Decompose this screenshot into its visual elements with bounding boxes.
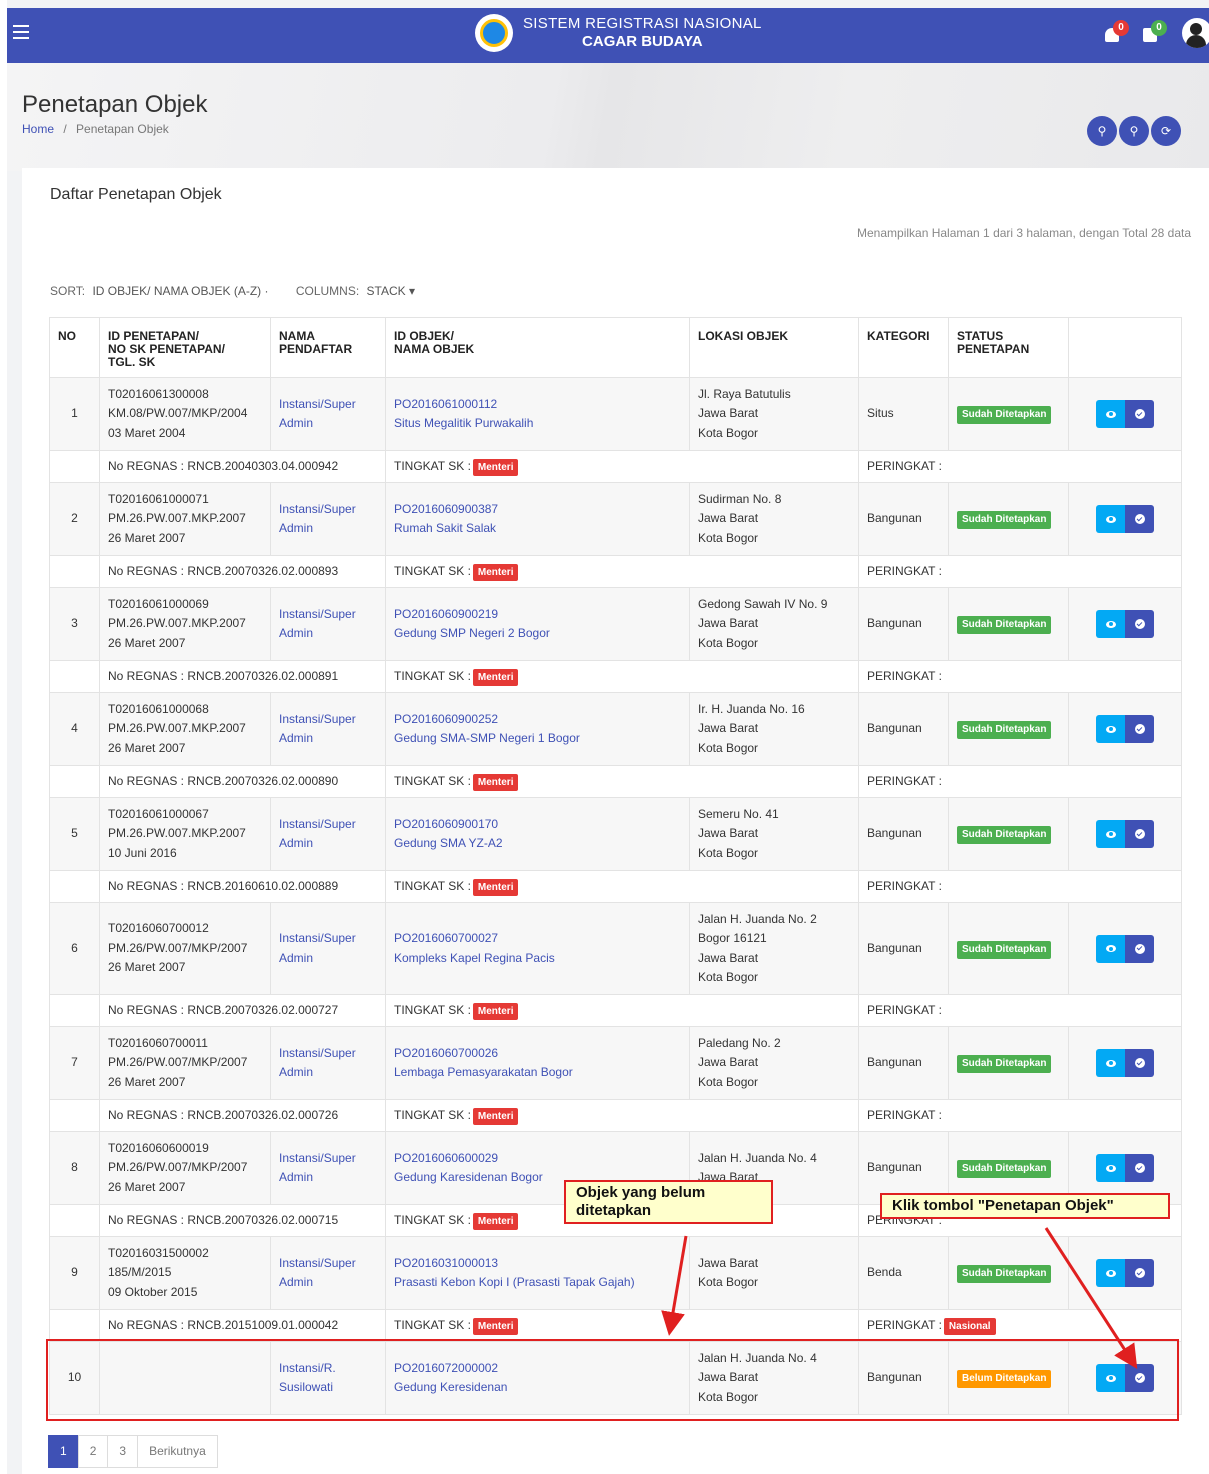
pagination: 1 2 3 Berikutnya [48, 1435, 218, 1468]
next-page-button[interactable]: Berikutnya [137, 1435, 218, 1468]
page-button-3[interactable]: 3 [107, 1435, 139, 1468]
arrow-right [1044, 1227, 1138, 1370]
annotation-arrows [661, 1227, 1138, 1370]
page-button-2[interactable]: 2 [77, 1435, 109, 1468]
arrow-left [661, 1235, 688, 1336]
page-button-1[interactable]: 1 [48, 1435, 79, 1468]
callout-unassigned: Objek yang belum ditetapkan [564, 1180, 773, 1224]
callout-click-button: Klik tombol "Penetapan Objek" [880, 1193, 1170, 1219]
